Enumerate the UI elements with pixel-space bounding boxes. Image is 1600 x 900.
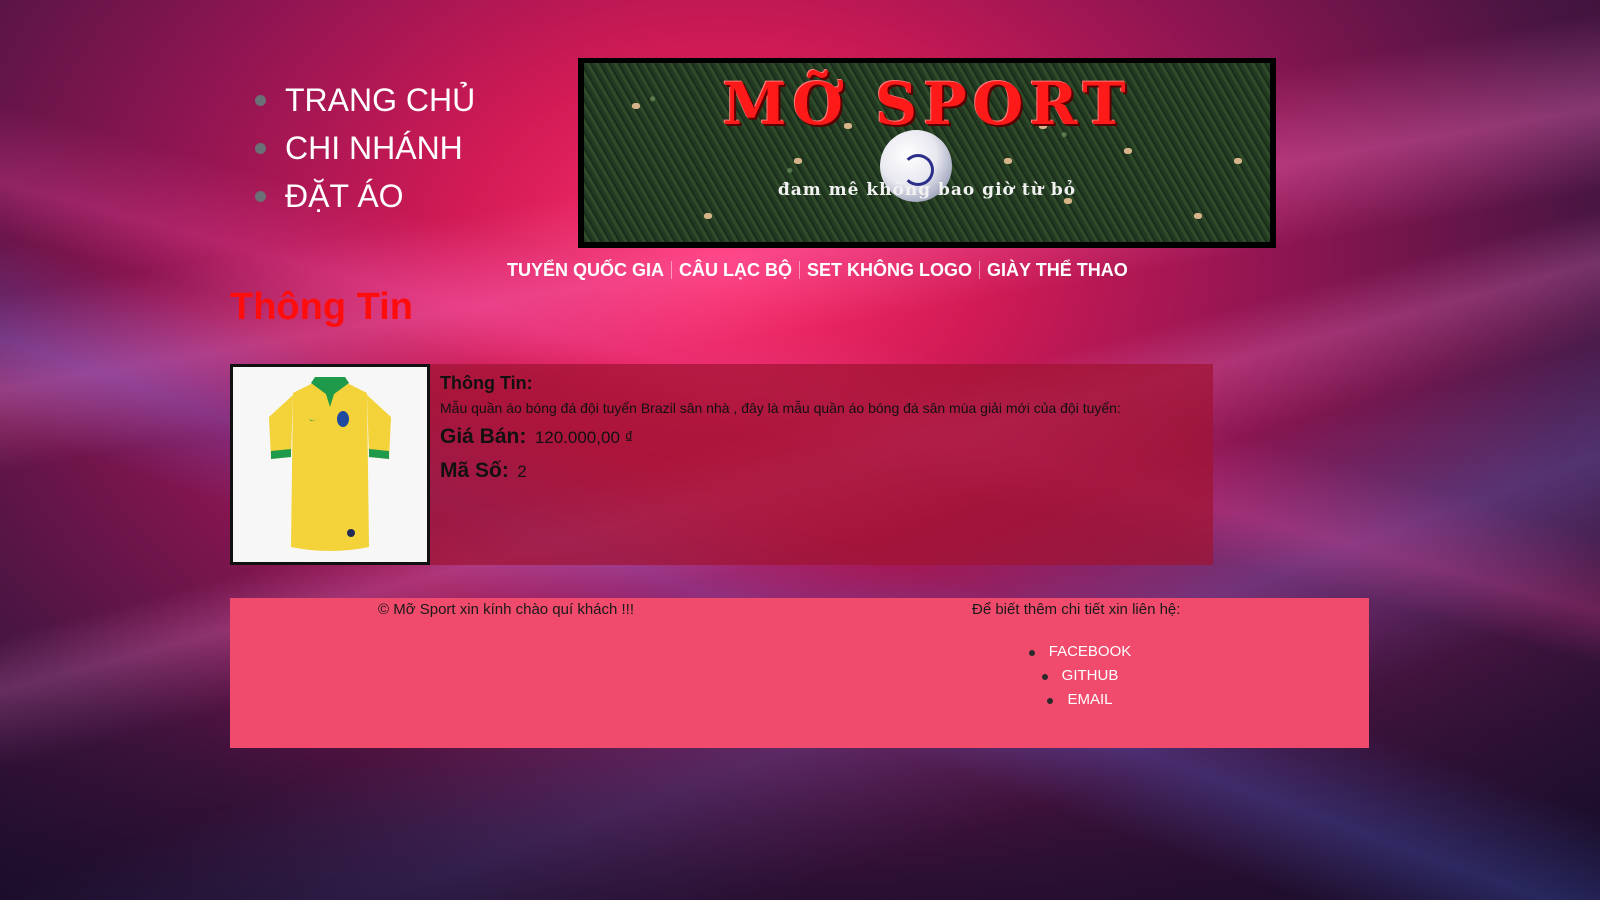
site-footer: © Mỡ Sport xin kính chào quí khách !!! Đ… bbox=[230, 598, 1369, 748]
brand-banner: MỠ SPORT đam mê không bao giờ từ bỏ bbox=[578, 58, 1276, 248]
code-label: Mã Số: bbox=[440, 459, 509, 482]
product-card: Thông Tin: Mẫu quần áo bóng đá đội tuyển… bbox=[230, 364, 1213, 565]
brand-logo-text: MỠ SPORT bbox=[722, 70, 1132, 138]
side-menu-item-order-shirt[interactable]: ĐẶT ÁO bbox=[255, 172, 475, 220]
footer-copyright: © Mỡ Sport xin kính chào quí khách !!! bbox=[378, 601, 635, 618]
code-value: 2 bbox=[517, 462, 527, 481]
nav-link-national-teams[interactable]: TUYỂN QUỐC GIA bbox=[507, 260, 664, 281]
footer-contact-title: Để biết thêm chi tiết xin liên hệ: bbox=[972, 601, 1181, 618]
email-link[interactable]: EMAIL bbox=[1067, 691, 1112, 708]
nav-link-sports-shoes[interactable]: GIÀY THỂ THAO bbox=[987, 260, 1128, 281]
footer-link-item: FACEBOOK bbox=[1020, 640, 1160, 664]
leaf-decoration bbox=[1004, 158, 1012, 164]
brand-slogan: đam mê không bao giờ từ bỏ bbox=[777, 180, 1077, 200]
leaf-decoration bbox=[1234, 158, 1242, 164]
footer-link-item: GITHUB bbox=[1020, 664, 1160, 688]
nav-link-no-logo-sets[interactable]: SET KHÔNG LOGO bbox=[807, 260, 972, 281]
nav-divider bbox=[671, 261, 673, 279]
footer-contact-links: FACEBOOK GITHUB EMAIL bbox=[1020, 640, 1160, 712]
price-label: Giá Bán: bbox=[440, 425, 527, 448]
footer-link-item: EMAIL bbox=[1020, 688, 1160, 712]
product-image[interactable] bbox=[230, 364, 430, 565]
price-value: 120.000,00 ₫ bbox=[534, 428, 634, 447]
jersey-icon bbox=[233, 367, 427, 562]
product-description: Mẫu quần áo bóng đá đội tuyển Brazil sân… bbox=[440, 400, 1121, 416]
github-link[interactable]: GITHUB bbox=[1062, 667, 1119, 684]
product-info: Thông Tin: Mẫu quần áo bóng đá đội tuyển… bbox=[440, 370, 1213, 488]
leaf-decoration bbox=[794, 158, 802, 164]
leaf-decoration bbox=[704, 213, 712, 219]
leaf-decoration bbox=[1194, 213, 1202, 219]
leaf-decoration bbox=[1124, 148, 1132, 154]
side-menu-item-branches[interactable]: CHI NHÁNH bbox=[255, 124, 475, 172]
page-title: Thông Tin bbox=[230, 286, 413, 328]
facebook-link[interactable]: FACEBOOK bbox=[1049, 643, 1132, 660]
product-code-row: Mã Số: 2 bbox=[440, 454, 1213, 488]
side-menu-item-home[interactable]: TRANG CHỦ bbox=[255, 76, 475, 124]
side-menu: TRANG CHỦ CHI NHÁNH ĐẶT ÁO bbox=[255, 76, 475, 220]
category-nav: TUYỂN QUỐC GIA CÂU LẠC BỘ SET KHÔNG LOGO… bbox=[507, 258, 1128, 282]
product-info-heading: Thông Tin: bbox=[440, 373, 533, 393]
nav-link-clubs[interactable]: CÂU LẠC BỘ bbox=[679, 260, 792, 281]
product-price-row: Giá Bán: 120.000,00 ₫ bbox=[440, 420, 1213, 454]
nav-divider bbox=[979, 261, 981, 279]
nav-divider bbox=[799, 261, 801, 279]
